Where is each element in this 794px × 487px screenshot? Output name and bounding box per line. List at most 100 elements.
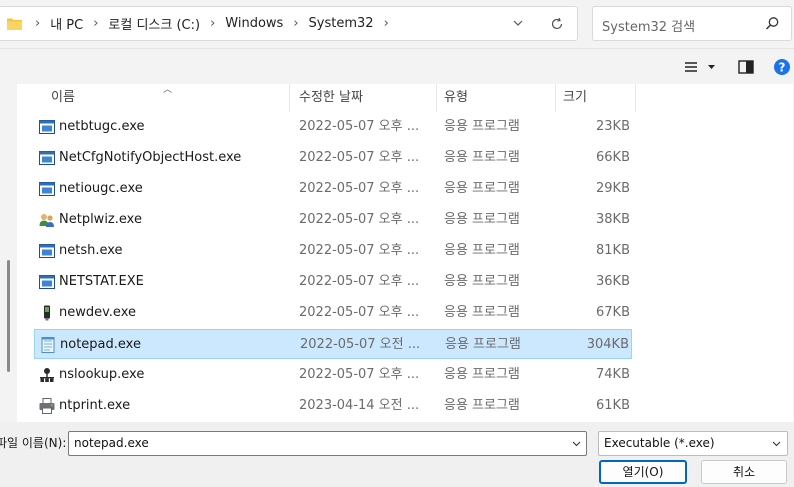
folder-icon <box>7 18 22 30</box>
column-divider[interactable] <box>289 84 290 112</box>
file-list[interactable]: ︿ 이름 수정한 날짜 유형 크기 netbtugc.exe 2022-05-07… <box>17 84 793 422</box>
breadcrumb-separator-icon: › <box>210 16 216 31</box>
file-row[interactable]: nslookup.exe 2022-05-07 오후 ... 응용 프로그램 74KB <box>34 360 632 390</box>
filename-label: 파일 이름(N): <box>0 436 67 450</box>
notepad-icon <box>40 337 56 353</box>
breadcrumb-separator-icon: › <box>35 16 41 31</box>
search-placeholder: System32 검색 <box>602 20 696 35</box>
file-row[interactable]: netbtugc.exe 2022-05-07 오후 ... 응용 프로그램 23KB <box>34 112 632 142</box>
file-size: 23KB <box>596 119 630 134</box>
file-type: 응용 프로그램 <box>444 119 520 134</box>
filename-combobox[interactable]: notepad.exe <box>68 431 587 456</box>
breadcrumb-separator-icon: › <box>293 16 299 31</box>
printer-icon <box>39 398 55 414</box>
file-date: 2022-05-07 오후 ... <box>299 150 420 165</box>
view-toolbar: ? <box>0 48 794 84</box>
file-name: notepad.exe <box>60 337 141 352</box>
breadcrumb-local-disk[interactable]: 로컬 디스크 (C:) <box>104 14 204 33</box>
file-name: netsh.exe <box>59 243 123 258</box>
file-size: 67KB <box>596 305 630 320</box>
file-date: 2022-05-07 오후 ... <box>299 305 420 320</box>
file-row[interactable]: NETSTAT.EXE 2022-05-07 오후 ... 응용 프로그램 36KB <box>34 267 632 297</box>
file-size: 38KB <box>596 212 630 227</box>
file-date: 2023-04-14 오전 ... <box>299 398 420 413</box>
file-row[interactable]: notepad.exe 2022-05-07 오전 ... 응용 프로그램 304KB <box>34 329 632 359</box>
window-app-icon <box>39 243 55 259</box>
file-name: netbtugc.exe <box>59 119 145 134</box>
filename-input[interactable]: notepad.exe <box>74 436 149 450</box>
file-name: nslookup.exe <box>59 367 145 382</box>
column-header-date[interactable]: 수정한 날짜 <box>293 84 433 112</box>
refresh-icon[interactable] <box>549 16 565 32</box>
file-type: 응용 프로그램 <box>444 398 520 413</box>
breadcrumb-separator-icon[interactable]: › <box>378 16 395 31</box>
file-date: 2022-05-07 오후 ... <box>299 274 420 289</box>
file-row[interactable]: netsh.exe 2022-05-07 오후 ... 응용 프로그램 81KB <box>34 236 632 266</box>
file-size: 74KB <box>596 367 630 382</box>
file-date: 2022-05-07 오후 ... <box>299 243 420 258</box>
file-type: 응용 프로그램 <box>444 367 520 382</box>
breadcrumb-my-pc[interactable]: 내 PC <box>46 14 87 33</box>
filetype-value: Executable (*.exe) <box>604 436 715 450</box>
svg-text:?: ? <box>779 61 786 75</box>
file-type: 응용 프로그램 <box>444 305 520 320</box>
window-app-icon <box>39 119 55 135</box>
file-row[interactable]: ntprint.exe 2023-04-14 오전 ... 응용 프로그램 61KB <box>34 391 632 421</box>
file-type: 응용 프로그램 <box>444 243 520 258</box>
chevron-down-icon[interactable] <box>511 16 525 30</box>
address-bar[interactable]: › 내 PC › 로컬 디스크 (C:) › Windows › System3… <box>0 6 578 41</box>
file-name: NetCfgNotifyObjectHost.exe <box>59 150 242 165</box>
chevron-down-icon[interactable] <box>771 438 782 449</box>
column-divider[interactable] <box>555 84 556 112</box>
dialog-footer: 파일 이름(N): notepad.exe Executable (*.exe)… <box>0 422 794 487</box>
file-type: 응용 프로그램 <box>444 181 520 196</box>
column-header-row: ︿ 이름 수정한 날짜 유형 크기 <box>17 84 793 112</box>
breadcrumb-system32[interactable]: System32 <box>305 16 378 31</box>
file-type: 응용 프로그램 <box>445 337 521 352</box>
file-name: NETSTAT.EXE <box>59 274 144 289</box>
file-date: 2022-05-07 오후 ... <box>299 119 420 134</box>
filetype-select[interactable]: Executable (*.exe) <box>598 431 788 456</box>
address-toolbar: › 내 PC › 로컬 디스크 (C:) › Windows › System3… <box>0 0 794 48</box>
column-header-size[interactable]: 크기 <box>557 84 635 112</box>
file-size: 29KB <box>596 181 630 196</box>
breadcrumb-windows[interactable]: Windows <box>221 16 287 31</box>
window-app-icon <box>39 274 55 290</box>
file-date: 2022-05-07 오후 ... <box>299 367 420 382</box>
search-box[interactable]: System32 검색 <box>592 6 792 41</box>
file-date: 2022-05-07 오전 ... <box>300 337 421 352</box>
column-divider[interactable] <box>436 84 437 112</box>
file-type: 응용 프로그램 <box>444 274 520 289</box>
view-options-icon[interactable] <box>682 57 718 77</box>
file-date: 2022-05-07 오후 ... <box>299 212 420 227</box>
vertical-scrollbar[interactable] <box>7 260 10 372</box>
file-type: 응용 프로그램 <box>444 150 520 165</box>
breadcrumb: › 내 PC › 로컬 디스크 (C:) › Windows › System3… <box>29 7 395 40</box>
window-app-icon <box>39 150 55 166</box>
file-row[interactable]: newdev.exe 2022-05-07 오후 ... 응용 프로그램 67KB <box>34 298 632 328</box>
breadcrumb-separator-icon: › <box>93 16 99 31</box>
column-header-name[interactable]: 이름 <box>45 84 289 112</box>
file-type: 응용 프로그램 <box>444 212 520 227</box>
file-row[interactable]: NetCfgNotifyObjectHost.exe 2022-05-07 오후 … <box>34 143 632 173</box>
file-name: newdev.exe <box>59 305 136 320</box>
file-row[interactable]: netiougc.exe 2022-05-07 오후 ... 응용 프로그램 29KB <box>34 174 632 204</box>
device-icon <box>39 305 55 321</box>
preview-pane-icon[interactable] <box>736 57 756 77</box>
file-size: 36KB <box>596 274 630 289</box>
help-icon[interactable]: ? <box>772 57 792 77</box>
cancel-button[interactable]: 취소 <box>701 460 787 484</box>
network-icon <box>39 367 55 383</box>
file-date: 2022-05-07 오후 ... <box>299 181 420 196</box>
users-icon <box>39 212 55 228</box>
file-size: 81KB <box>596 243 630 258</box>
open-button[interactable]: 열기(O) <box>599 460 687 484</box>
chevron-down-icon[interactable] <box>571 438 582 449</box>
search-icon[interactable] <box>765 16 780 31</box>
column-header-type[interactable]: 유형 <box>438 84 556 112</box>
file-row[interactable]: Netplwiz.exe 2022-05-07 오후 ... 응용 프로그램 38KB <box>34 205 632 235</box>
file-size: 304KB <box>586 337 629 352</box>
column-divider[interactable] <box>635 84 636 112</box>
window-app-icon <box>39 181 55 197</box>
file-name: ntprint.exe <box>59 398 131 413</box>
